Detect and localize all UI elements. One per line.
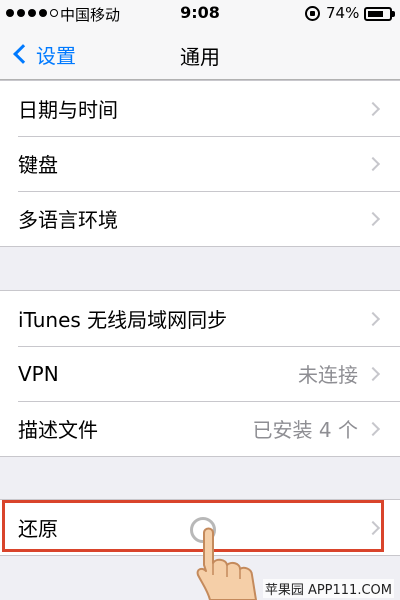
navigation-bar: 设置 通用	[0, 28, 400, 80]
chevron-right-icon	[365, 211, 381, 226]
row-date-time[interactable]: 日期与时间	[0, 81, 400, 136]
page-title: 通用	[180, 45, 220, 69]
row-label: VPN	[18, 361, 59, 386]
battery-tip	[392, 11, 395, 17]
row-label: 键盘	[18, 153, 58, 177]
battery-level	[368, 11, 383, 17]
chevron-right-icon	[365, 156, 381, 171]
row-language-region[interactable]: 多语言环境	[0, 191, 400, 246]
battery-percentage: 74%	[326, 4, 360, 22]
vpn-status: 未连接	[298, 363, 358, 387]
row-keyboard[interactable]: 键盘	[0, 136, 400, 191]
row-vpn[interactable]: VPN 未连接	[0, 346, 400, 401]
row-profiles[interactable]: 描述文件 已安装 4 个	[0, 401, 400, 456]
status-bar: 中国移动 9:08 74%	[0, 0, 400, 28]
row-itunes-wifi-sync[interactable]: iTunes 无线局域网同步	[0, 291, 400, 346]
row-label: 还原	[18, 517, 58, 541]
settings-group-2: iTunes 无线局域网同步 VPN 未连接 描述文件 已安装 4 个	[0, 290, 400, 457]
settings-group-1: 日期与时间 键盘 多语言环境	[0, 80, 400, 247]
row-label: 日期与时间	[18, 98, 118, 122]
chevron-right-icon	[365, 101, 381, 116]
chevron-right-icon	[365, 520, 381, 535]
rotation-lock-icon	[305, 6, 320, 21]
row-label: 多语言环境	[18, 208, 118, 232]
chevron-right-icon	[365, 421, 381, 436]
profiles-count: 已安装 4 个	[252, 418, 358, 442]
row-label: 描述文件	[18, 418, 98, 442]
chevron-right-icon	[365, 366, 381, 381]
watermark: 苹果园 APP111.COM	[262, 579, 394, 598]
chevron-right-icon	[365, 311, 381, 326]
row-label: iTunes 无线局域网同步	[18, 308, 228, 332]
battery-icon	[364, 7, 392, 21]
